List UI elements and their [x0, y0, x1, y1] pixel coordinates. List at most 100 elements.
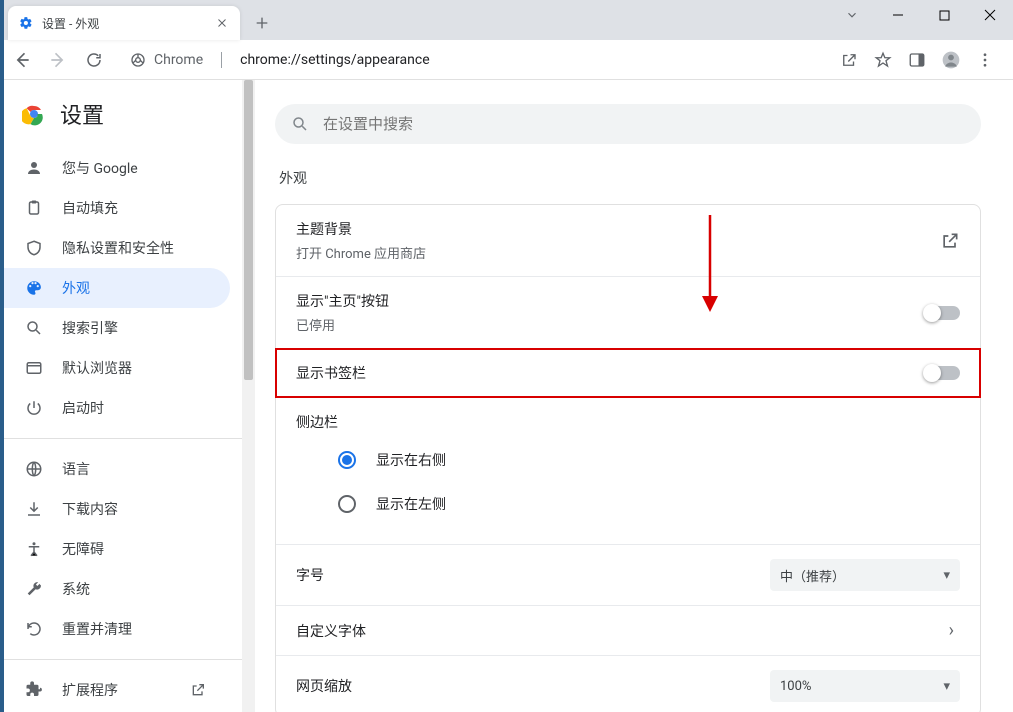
- sidebar-item-label: 下载内容: [62, 499, 118, 519]
- accessibility-icon: [24, 539, 44, 559]
- appearance-card: 主题背景 打开 Chrome 应用商店 显示"主页"按钮 已停用: [275, 204, 981, 712]
- bookmarks-bar-toggle[interactable]: [924, 366, 960, 380]
- sidebar-title: 设置: [60, 98, 104, 130]
- external-link-icon: [190, 682, 206, 698]
- sidebar-item-label: 重置并清理: [62, 619, 132, 639]
- download-icon: [24, 499, 44, 519]
- wrench-icon: [24, 579, 44, 599]
- sidebar-item-label: 搜索引擎: [62, 318, 118, 338]
- page-zoom-select[interactable]: 100% ▾: [770, 670, 960, 702]
- row-theme-title: 主题背景: [296, 219, 940, 239]
- sidebar-item-default-browser[interactable]: 默认浏览器: [0, 348, 230, 388]
- close-window-button[interactable]: [967, 0, 1013, 30]
- url-text: chrome://settings/appearance: [240, 52, 430, 68]
- chevron-down-icon[interactable]: [829, 0, 875, 30]
- maximize-button[interactable]: [921, 0, 967, 30]
- sidebar-item-label: 扩展程序: [62, 680, 118, 700]
- browser-toolbar: Chrome chrome://settings/appearance: [0, 40, 1013, 80]
- gear-icon: [18, 15, 34, 31]
- row-zoom-title: 网页缩放: [296, 676, 770, 696]
- bookmark-button[interactable]: [867, 44, 899, 76]
- sidebar-item-label: 隐私设置和安全性: [62, 238, 174, 258]
- sidebar-item-privacy[interactable]: 隐私设置和安全性: [0, 228, 230, 268]
- clipboard-icon: [24, 198, 44, 218]
- new-tab-button[interactable]: [248, 9, 276, 37]
- row-font-size: 字号 中（推荐） ▾: [276, 545, 980, 606]
- sidebar-item-label: 启动时: [62, 398, 104, 418]
- chrome-logo-icon: [22, 102, 46, 126]
- radio-left-label: 显示在左侧: [376, 494, 446, 514]
- sidebar-item-label: 无障碍: [62, 539, 104, 559]
- row-home-title: 显示"主页"按钮: [296, 291, 924, 311]
- palette-icon: [24, 278, 44, 298]
- sidebar-item-search-engine[interactable]: 搜索引擎: [0, 308, 230, 348]
- sidebar-item-label: 默认浏览器: [62, 358, 132, 378]
- sidebar-item-on-startup[interactable]: 启动时: [0, 388, 230, 428]
- row-customfont-title: 自定义字体: [296, 621, 943, 641]
- chevron-right-icon: ›: [943, 620, 960, 641]
- sidebar-item-system[interactable]: 系统: [0, 569, 230, 609]
- sidebar-item-extensions[interactable]: 扩展程序: [0, 670, 230, 710]
- share-button[interactable]: [833, 44, 865, 76]
- kebab-menu-button[interactable]: [969, 44, 1001, 76]
- search-icon: [24, 318, 44, 338]
- row-home-button: 显示"主页"按钮 已停用: [276, 277, 980, 349]
- forward-button[interactable]: [42, 44, 74, 76]
- sidebar-scrollbar[interactable]: [242, 80, 255, 712]
- sidebar-divider: [0, 438, 242, 439]
- restore-icon: [24, 619, 44, 639]
- profile-button[interactable]: [935, 44, 967, 76]
- font-size-value: 中（推荐）: [780, 566, 845, 585]
- settings-search[interactable]: [275, 104, 981, 144]
- sidebar-item-accessibility[interactable]: 无障碍: [0, 529, 230, 569]
- page-zoom-value: 100%: [780, 679, 811, 694]
- back-button[interactable]: [6, 44, 38, 76]
- origin-label: Chrome: [154, 52, 203, 68]
- sidebar-item-languages[interactable]: 语言: [0, 449, 230, 489]
- sidepanel-toolbar-button[interactable]: [901, 44, 933, 76]
- close-tab-button[interactable]: [214, 15, 230, 31]
- window-titlebar: 设置 - 外观: [0, 0, 1013, 40]
- sidebar-item-label: 您与 Google: [62, 158, 138, 178]
- row-page-zoom: 网页缩放 100% ▾: [276, 656, 980, 712]
- shield-icon: [24, 238, 44, 258]
- window-controls: [829, 0, 1013, 30]
- settings-content: 外观 主题背景 打开 Chrome 应用商店 显示"主页"按钮 已停用: [255, 80, 1013, 712]
- radio-right[interactable]: [338, 451, 356, 469]
- row-sidepanel-title: 侧边栏: [296, 412, 960, 432]
- sidebar-item-you-and-google[interactable]: 您与 Google: [0, 148, 230, 188]
- radio-left[interactable]: [338, 495, 356, 513]
- chrome-origin-icon: [130, 52, 146, 68]
- sidebar-item-appearance[interactable]: 外观: [0, 268, 230, 308]
- power-icon: [24, 398, 44, 418]
- reload-button[interactable]: [78, 44, 110, 76]
- radio-right-label: 显示在右侧: [376, 450, 446, 470]
- scrollbar-thumb[interactable]: [244, 80, 253, 380]
- home-button-toggle[interactable]: [924, 306, 960, 320]
- person-icon: [24, 158, 44, 178]
- row-bookmarks-bar: 显示书签栏: [276, 349, 980, 398]
- search-input[interactable]: [323, 115, 965, 133]
- settings-sidebar: 设置 您与 Google 自动填充 隐私设置和安全性 外观: [0, 80, 242, 712]
- sidebar-item-autofill[interactable]: 自动填充: [0, 188, 230, 228]
- row-bookmarks-title: 显示书签栏: [296, 363, 924, 383]
- left-edge-strip: [0, 0, 4, 712]
- row-theme[interactable]: 主题背景 打开 Chrome 应用商店: [276, 205, 980, 277]
- minimize-button[interactable]: [875, 0, 921, 30]
- external-link-icon[interactable]: [940, 231, 960, 251]
- browser-tab[interactable]: 设置 - 外观: [8, 6, 240, 40]
- globe-icon: [24, 459, 44, 479]
- sidebar-item-downloads[interactable]: 下载内容: [0, 489, 230, 529]
- row-home-subtitle: 已停用: [296, 315, 924, 334]
- url-divider: [221, 52, 222, 68]
- search-icon: [291, 115, 309, 133]
- row-sidepanel: 侧边栏 显示在右侧 显示在左侧: [276, 398, 980, 545]
- caret-down-icon: ▾: [943, 679, 950, 694]
- sidebar-item-reset[interactable]: 重置并清理: [0, 609, 230, 649]
- row-custom-fonts[interactable]: 自定义字体 ›: [276, 606, 980, 656]
- font-size-select[interactable]: 中（推荐） ▾: [770, 559, 960, 591]
- sidebar-item-label: 系统: [62, 579, 90, 599]
- address-bar[interactable]: Chrome chrome://settings/appearance: [120, 45, 823, 75]
- sidebar-item-label: 外观: [62, 278, 90, 298]
- tab-title: 设置 - 外观: [42, 15, 214, 32]
